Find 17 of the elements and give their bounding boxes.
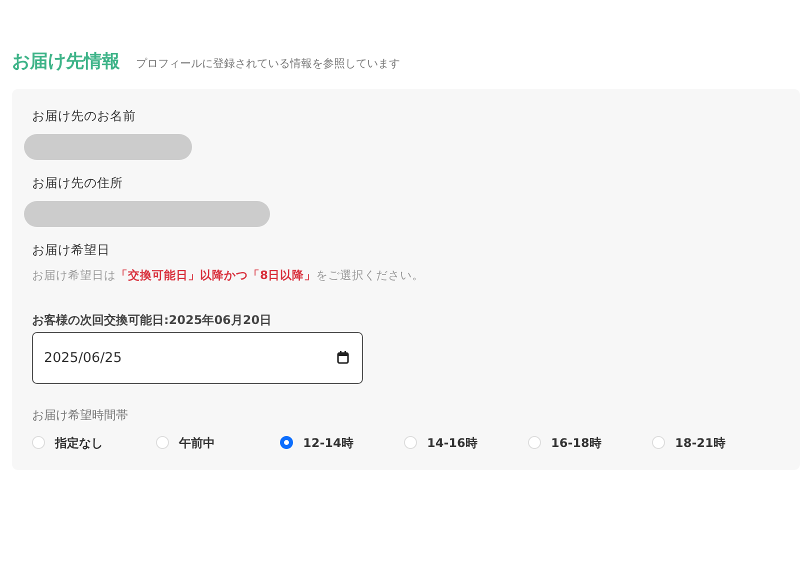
section-subtitle: プロフィールに登録されている情報を参照しています: [136, 56, 400, 72]
field-label: お届け先のお名前: [32, 107, 137, 125]
field-label: お届け希望時間帯: [32, 406, 129, 424]
time-slot-option[interactable]: 12-14時: [280, 434, 404, 452]
radio-button[interactable]: [280, 436, 293, 449]
field-label: お届け希望日: [32, 240, 111, 258]
date-note: お届け希望日は「交換可能日」以降かつ「8日以降」をご選択ください。: [32, 267, 426, 284]
time-slot-option[interactable]: 指定なし: [32, 434, 156, 452]
calendar-icon[interactable]: [337, 350, 349, 364]
section-title: お届け先情報: [12, 50, 120, 74]
time-slot-option[interactable]: 16-18時: [528, 434, 652, 452]
time-slot-option[interactable]: 14-16時: [404, 434, 528, 452]
time-slot-option[interactable]: 18-21時: [652, 434, 776, 452]
next-date-label: お客様の次回交換可能日:2025年06月20日: [32, 312, 273, 328]
time-slot-option[interactable]: 午前中: [156, 434, 280, 452]
date-field[interactable]: 2025/06/25: [32, 332, 363, 384]
field-label: お届け先の住所: [32, 174, 124, 192]
